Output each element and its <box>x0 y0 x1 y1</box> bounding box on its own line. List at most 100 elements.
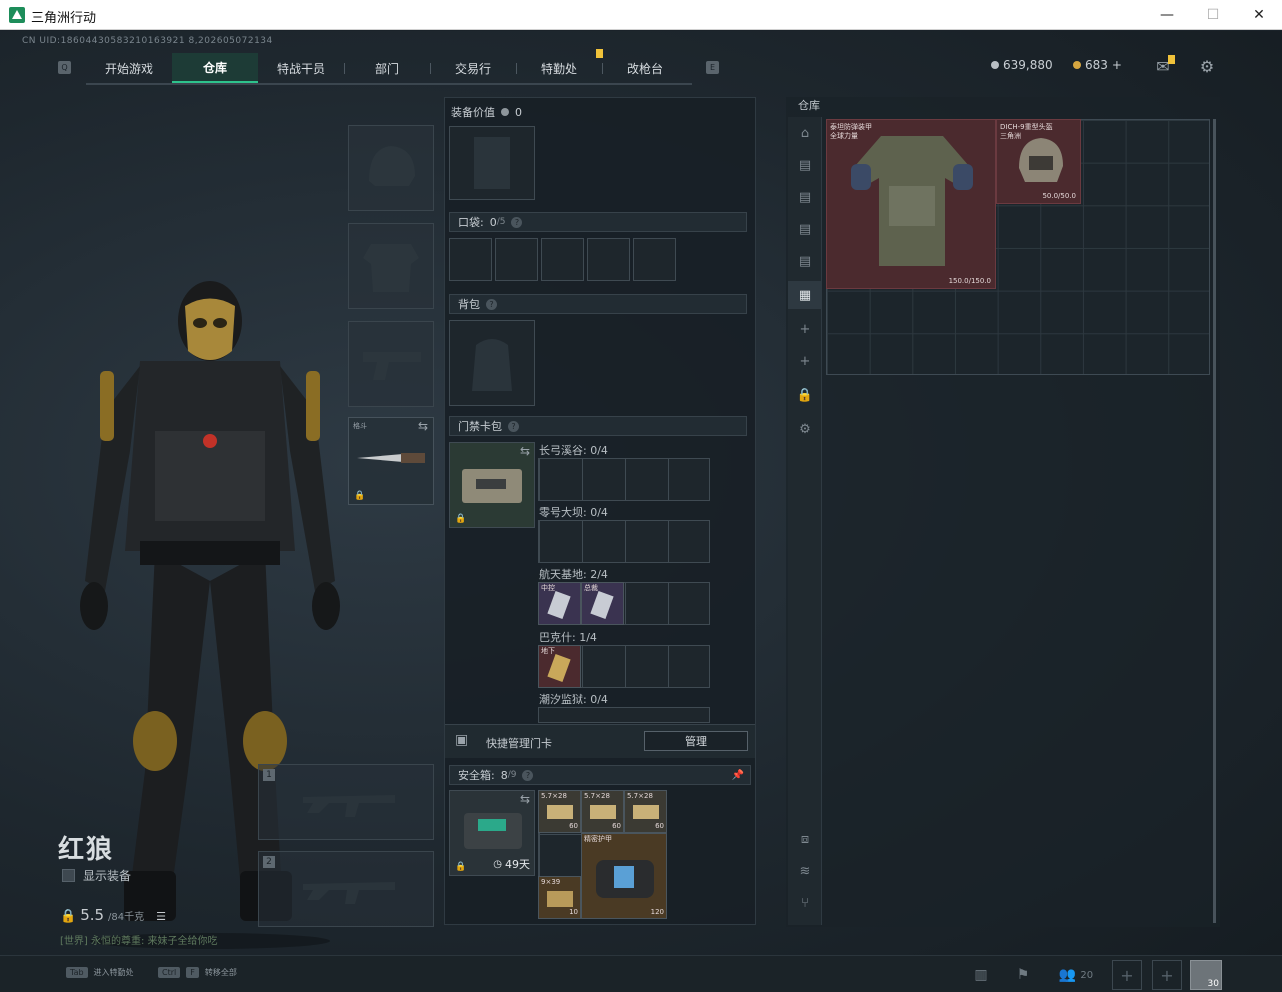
keycard-item[interactable]: 地下 <box>538 645 581 688</box>
rifle-silhouette-icon <box>303 882 395 904</box>
show-equipment-checkbox[interactable] <box>62 869 75 882</box>
body-armor-item[interactable]: 泰坦防弹装甲 全球力量 150.0/150.0 <box>826 119 996 289</box>
layers-icon[interactable]: ≋ <box>788 857 822 885</box>
enter-special-ops-hint[interactable]: Tab 进入特勤处 <box>66 967 134 978</box>
weapon-slot-1[interactable]: 1 <box>258 764 434 840</box>
pistol-slot[interactable] <box>348 321 434 407</box>
swap-icon[interactable]: ⇆ <box>418 419 428 433</box>
ammo-item[interactable]: 5.7×28 60 <box>624 790 667 833</box>
weapon-slot-number: 2 <box>263 856 275 868</box>
tab-department[interactable]: 部门 <box>344 53 430 83</box>
list-icon[interactable]: ☰ <box>156 910 166 923</box>
ammo-item[interactable]: 5.7×28 60 <box>538 790 581 833</box>
safe-box-days-value: 49天 <box>505 858 530 871</box>
melee-slot[interactable]: 格斗 ⇆ 🔒 <box>348 417 434 505</box>
warehouse-all-icon[interactable]: ▦ <box>788 281 822 309</box>
keycard-item[interactable]: 中控 <box>538 582 581 625</box>
keycard-row-longbow[interactable] <box>538 458 710 501</box>
sort-icon[interactable]: ⧈ <box>788 825 822 853</box>
storefront-icon[interactable]: ⌂ <box>788 119 822 147</box>
warehouse-tabs: ⌂ ▤ ▤ ▤ ▤ ▦ + + 🔒 ⚙ ⧈ ≋ ⑂ <box>788 117 822 925</box>
nav-prev-key-icon[interactable]: Q <box>58 61 71 74</box>
chest-rig-slot[interactable] <box>449 126 535 200</box>
show-equipment-toggle[interactable]: 显示装备 <box>62 867 131 884</box>
manage-keycards-button[interactable]: 管理 <box>644 731 748 751</box>
weapon-slot-2[interactable]: 2 <box>258 851 434 927</box>
warehouse-page-1-icon[interactable]: ▤ <box>788 151 822 179</box>
stats-chart-icon[interactable]: ▥ <box>970 964 992 986</box>
tab-market[interactable]: 交易行 <box>430 53 516 83</box>
warehouse-page-4-icon[interactable]: ▤ <box>788 247 822 275</box>
backpack-slot[interactable] <box>449 320 535 406</box>
helmet-slot[interactable] <box>348 125 434 211</box>
value-coin-icon <box>501 108 509 116</box>
armor-slot[interactable] <box>348 223 434 309</box>
keycard-map-label: 巴克什: 1/4 <box>539 631 597 644</box>
ammo-box-icon <box>547 891 573 907</box>
keycard-item[interactable]: 总裁 <box>581 582 624 625</box>
warehouse-page-2-icon[interactable]: ▤ <box>788 183 822 211</box>
add-page-icon[interactable]: + <box>788 347 822 375</box>
tab-start-game[interactable]: 开始游戏 <box>86 53 172 83</box>
minimize-button[interactable]: — <box>1144 0 1190 30</box>
safe-box-slot[interactable]: ⇆ 🔒 ◷ 49天 <box>449 790 535 876</box>
pockets-label: 口袋: <box>458 216 484 229</box>
operator-name: 红狼 <box>58 835 115 865</box>
app-logo-icon <box>9 7 25 23</box>
keycard-row-tide-prison[interactable] <box>538 707 710 723</box>
pocket-slot[interactable] <box>633 238 676 281</box>
ammo-name: 9×39 <box>541 878 561 886</box>
close-button[interactable]: ✕ <box>1236 0 1282 30</box>
pocket-slot[interactable] <box>541 238 584 281</box>
ammo-item[interactable]: 9×39 10 <box>538 876 581 919</box>
pocket-slot[interactable] <box>449 238 492 281</box>
tab-special-ops[interactable]: 特勤处 <box>516 53 602 83</box>
tab-warehouse[interactable]: 仓库 <box>172 53 258 83</box>
armor-plate-item[interactable]: 精密护甲 120 <box>581 833 667 919</box>
flag-icon[interactable]: ⚑ <box>1012 964 1034 986</box>
backpack-label: 背包 <box>458 298 480 311</box>
tab-gunsmith[interactable]: 改枪台 <box>602 53 688 83</box>
pocket-slot[interactable] <box>495 238 538 281</box>
nav-next-key-icon[interactable]: E <box>706 61 719 74</box>
ammo-item[interactable]: 5.7×28 60 <box>581 790 624 833</box>
game-area: CN UID:18604430583210163921 8,2026050721… <box>0 31 1282 992</box>
warehouse-scrollbar[interactable] <box>1213 119 1216 923</box>
tab-operators[interactable]: 特战干员 <box>258 53 344 83</box>
gold-add-button[interactable]: + <box>1112 58 1122 72</box>
gold-currency: 683 + <box>1073 58 1122 72</box>
keycard-icon <box>590 590 614 620</box>
help-icon[interactable]: ? <box>508 420 519 432</box>
keycard-manage-icon: ▣ <box>455 732 469 748</box>
equipment-value: 装备价值 0 <box>451 104 522 120</box>
add-party-slot-button[interactable]: + <box>1152 960 1182 990</box>
melee-label: 格斗 <box>353 422 367 430</box>
transfer-all-hint[interactable]: Ctrl F 转移全部 <box>158 967 237 978</box>
player-avatar[interactable]: 30 <box>1190 960 1222 990</box>
pocket-slot[interactable] <box>587 238 630 281</box>
backpack-silhouette-icon <box>472 339 512 391</box>
warehouse-page-3-icon[interactable]: ▤ <box>788 215 822 243</box>
add-party-slot-button[interactable]: + <box>1112 960 1142 990</box>
tidy-icon[interactable]: ⑂ <box>788 889 822 917</box>
maximize-button[interactable]: ☐ <box>1190 0 1236 30</box>
swap-icon[interactable]: ⇆ <box>520 792 530 806</box>
pockets-count: 0 <box>489 215 497 229</box>
pin-icon[interactable]: 📌 <box>732 770 744 781</box>
chest-rig-silhouette-icon <box>474 137 510 189</box>
add-page-icon[interactable]: + <box>788 315 822 343</box>
enter-special-ops-label: 进入特勤处 <box>93 968 134 977</box>
swap-icon[interactable]: ⇆ <box>520 444 530 458</box>
keycard-case-slot[interactable]: ⇆ 🔒 <box>449 442 535 528</box>
help-icon[interactable]: ? <box>522 769 534 781</box>
help-icon[interactable]: ? <box>486 298 497 310</box>
keycard-row-dam[interactable] <box>538 520 710 563</box>
helmet-item[interactable]: DICH-9重型头盔 三角洲 50.0/50.0 <box>996 119 1081 204</box>
settings-icon[interactable]: ⚙ <box>788 415 822 443</box>
f-key-icon: F <box>186 967 199 978</box>
help-icon[interactable]: ? <box>511 216 523 228</box>
settings-gear-icon[interactable]: ⚙ <box>1196 55 1218 77</box>
pistol-silhouette-icon <box>363 352 421 380</box>
lock-icon[interactable]: 🔒 <box>788 381 822 409</box>
friends-button[interactable]: 👥 20 <box>1056 964 1096 986</box>
